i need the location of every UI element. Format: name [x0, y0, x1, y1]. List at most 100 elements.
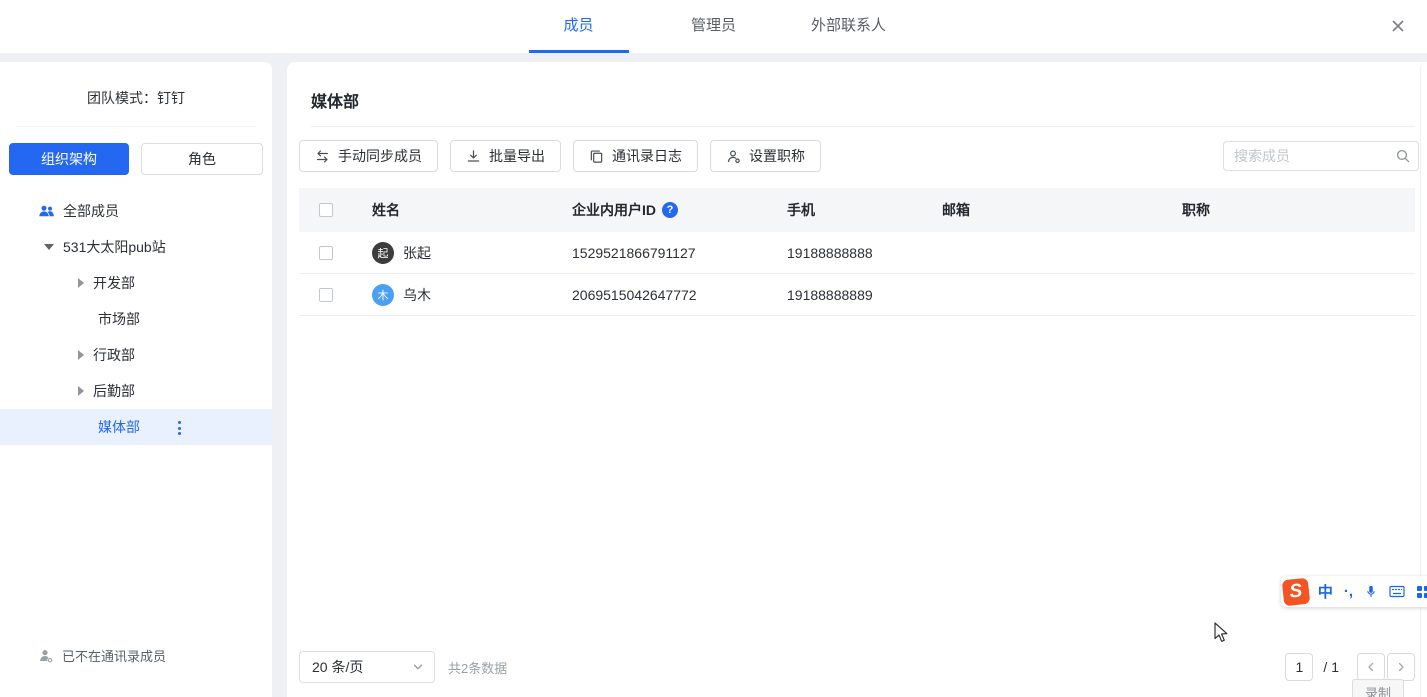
ime-more-icon[interactable]	[1416, 585, 1427, 599]
chevron-left-icon	[1365, 661, 1377, 673]
search-input[interactable]	[1223, 141, 1419, 171]
member-name-cell: 起 张起	[351, 242, 551, 264]
avatar: 起	[372, 242, 394, 264]
sidebar-toggle-group: 组织架构 角色	[0, 127, 272, 183]
tab-admins[interactable]: 管理员	[664, 0, 764, 53]
removed-members-label: 已不在通讯录成员	[62, 646, 166, 665]
tree-item-logistics-dept[interactable]: 后勤部	[0, 373, 272, 409]
next-page-button[interactable]	[1387, 653, 1415, 681]
ime-toolbar: S 中 ·,	[1281, 576, 1427, 607]
tree-item-label: 行政部	[93, 345, 135, 365]
removed-members-link[interactable]: 已不在通讯录成员	[0, 646, 272, 665]
member-user-id: 1529521866791127	[551, 245, 766, 261]
team-mode-label: 团队模式：钉钉	[0, 62, 272, 126]
page-size-select[interactable]: 20 条/页	[299, 651, 435, 683]
tree-item-label: 媒体部	[98, 417, 140, 437]
tree-item-label: 全部成员	[63, 201, 119, 221]
chevron-down-icon	[412, 661, 424, 673]
org-tree: 全部成员 531大太阳pub站 开发部 市场部 行政部 后勤部 媒体部	[0, 193, 272, 445]
tab-active-underline	[529, 50, 629, 53]
people-group-icon	[38, 203, 55, 220]
removed-person-icon	[38, 648, 54, 664]
tab-group: 成员 管理员 外部联系人	[529, 0, 899, 53]
caret-right-icon[interactable]	[78, 386, 84, 396]
member-name-cell: 木 乌木	[351, 284, 551, 306]
member-phone: 19188888888	[766, 245, 921, 261]
chevron-right-icon	[1395, 661, 1407, 673]
page-size-value: 20 条/页	[312, 657, 363, 677]
header-email: 邮箱	[921, 200, 1161, 220]
manual-sync-button[interactable]: 手动同步成员	[299, 140, 438, 172]
header-user-id: 企业内用户ID ?	[551, 200, 766, 220]
set-job-title-button[interactable]: 设置职称	[710, 140, 821, 172]
contact-log-label: 通讯录日志	[612, 146, 682, 166]
tree-item-admin-dept[interactable]: 行政部	[0, 337, 272, 373]
tree-item-label: 开发部	[93, 273, 135, 293]
avatar: 木	[372, 284, 394, 306]
tree-item-all-members[interactable]: 全部成员	[0, 193, 272, 229]
tree-item-media-dept[interactable]: 媒体部	[0, 409, 272, 445]
caret-right-icon[interactable]	[78, 350, 84, 360]
table-header-row: 姓名 企业内用户ID ? 手机 邮箱 职称	[299, 188, 1415, 232]
download-icon	[466, 149, 481, 164]
caret-placeholder	[78, 427, 89, 428]
member-user-id: 2069515042647772	[551, 287, 766, 303]
member-search	[1223, 141, 1419, 171]
set-job-title-label: 设置职称	[749, 146, 805, 166]
search-icon[interactable]	[1395, 148, 1411, 164]
current-page-box[interactable]: 1	[1285, 653, 1313, 681]
header-phone: 手机	[766, 200, 921, 220]
tab-admins-label: 管理员	[691, 17, 736, 34]
roles-button[interactable]: 角色	[141, 143, 263, 175]
tab-external-contacts[interactable]: 外部联系人	[799, 0, 899, 53]
log-icon	[589, 149, 604, 164]
caret-placeholder	[78, 319, 89, 320]
header-name: 姓名	[351, 200, 551, 220]
tree-item-market-dept[interactable]: 市场部	[0, 301, 272, 337]
table-row[interactable]: 起 张起 1529521866791127 19188888888	[299, 232, 1415, 274]
batch-export-label: 批量导出	[489, 146, 545, 166]
member-name: 张起	[403, 243, 431, 263]
tab-members-label: 成员	[563, 17, 593, 34]
tree-item-company[interactable]: 531大太阳pub站	[0, 229, 272, 265]
row-checkbox[interactable]	[319, 288, 333, 302]
caret-right-icon[interactable]	[78, 278, 84, 288]
person-settings-icon	[726, 149, 741, 164]
tree-item-dev-dept[interactable]: 开发部	[0, 265, 272, 301]
top-bar: 成员 管理员 外部联系人	[0, 0, 1427, 53]
page-title: 媒体部	[287, 62, 1427, 126]
close-icon[interactable]	[1383, 11, 1413, 41]
contact-log-button[interactable]: 通讯录日志	[573, 140, 698, 172]
member-name: 乌木	[403, 285, 431, 305]
total-count-label: 共2条数据	[448, 658, 507, 677]
table-footer: 20 条/页 共2条数据 1 / 1	[299, 651, 1415, 683]
row-checkbox[interactable]	[319, 246, 333, 260]
org-management-window: { "header": { "tabs": [ { "label": "成员",…	[0, 0, 1427, 697]
table-row[interactable]: 木 乌木 2069515042647772 19188888889	[299, 274, 1415, 316]
ime-punctuation-toggle[interactable]: ·,	[1344, 583, 1353, 600]
record-label: 录制	[1365, 683, 1391, 697]
virtual-keyboard-icon[interactable]	[1389, 585, 1405, 598]
tree-item-label: 531大太阳pub站	[63, 237, 166, 257]
member-phone: 19188888889	[766, 287, 921, 303]
members-table: 姓名 企业内用户ID ? 手机 邮箱 职称 起 张起 1529521866791…	[299, 188, 1415, 316]
manual-sync-label: 手动同步成员	[338, 146, 422, 166]
tab-members[interactable]: 成员	[529, 0, 629, 53]
prev-page-button[interactable]	[1357, 653, 1385, 681]
help-icon[interactable]: ?	[662, 202, 678, 218]
main-panel: 媒体部 手动同步成员 批量导出 通讯录日志	[287, 62, 1427, 697]
microphone-icon[interactable]	[1364, 584, 1378, 599]
batch-export-button[interactable]: 批量导出	[450, 140, 561, 172]
header-job-title: 职称	[1161, 200, 1415, 220]
org-structure-button[interactable]: 组织架构	[9, 143, 129, 175]
ime-language-toggle[interactable]: 中	[1318, 581, 1333, 602]
total-pages-label: / 1	[1323, 659, 1339, 675]
caret-down-icon[interactable]	[44, 244, 54, 250]
more-actions-icon[interactable]	[176, 419, 183, 437]
pagination: 1 / 1	[1285, 653, 1415, 681]
select-all-checkbox[interactable]	[319, 203, 333, 217]
toolbar: 手动同步成员 批量导出 通讯录日志 设置职称	[287, 127, 1427, 184]
sogou-logo-icon[interactable]: S	[1282, 577, 1310, 606]
tree-item-label: 后勤部	[93, 381, 135, 401]
tab-external-contacts-label: 外部联系人	[811, 17, 886, 34]
